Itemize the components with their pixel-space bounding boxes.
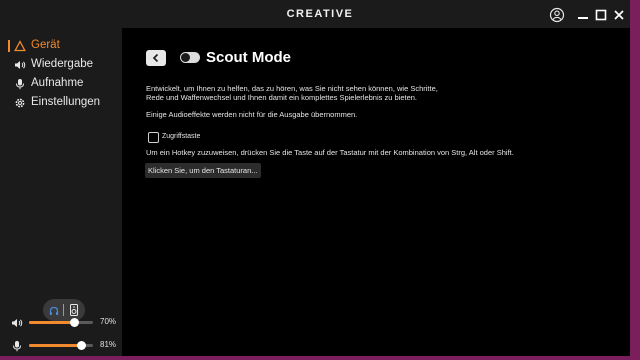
hotkey-checkbox[interactable] [148,132,159,143]
mic-percent: 81% [100,340,117,349]
close-button[interactable] [610,6,628,24]
hotkey-instruction: Um ein Hotkey zuzuweisen, drücken Sie di… [146,148,514,157]
active-indicator [8,40,10,52]
main-panel: Scout Mode Entwickelt, um Ihnen zu helfe… [122,28,630,356]
sidebar-item-label: Wiedergabe [31,58,94,70]
volume-percent: 70% [100,317,117,326]
page-title: Scout Mode [206,49,291,66]
sidebar-item-wiedergabe[interactable]: Wiedergabe [0,56,122,74]
speaker-volume-icon [11,316,23,328]
minimize-button[interactable] [574,6,592,24]
brand-logo: CREATIVE [286,8,354,20]
effects-note: Einige Audioeffekte werden nicht für die… [146,110,358,119]
gear-icon [14,97,26,109]
scout-mode-toggle[interactable] [180,52,200,63]
toggle-knob [181,53,190,62]
volume-slider-thumb[interactable] [69,318,79,327]
sidebar-item-label: Einstellungen [31,96,101,108]
volume-slider-fill [29,321,74,324]
mic-slider-fill [29,344,81,347]
mic-slider[interactable] [29,341,93,350]
description-line-2: Rede und Waffenwechsel und Ihnen damit e… [146,93,417,102]
maximize-button[interactable] [592,6,610,24]
speaker-icon [14,59,26,71]
mic-slider-thumb[interactable] [76,341,86,350]
volume-slider[interactable] [29,318,93,327]
warning-triangle-icon [14,40,26,52]
microphone-icon [14,78,26,90]
sidebar-item-aufnahme[interactable]: Aufnahme [0,75,122,93]
microphone-icon [11,339,23,352]
sidebar-item-einstellungen[interactable]: Einstellungen [0,94,122,112]
back-button[interactable] [146,50,166,66]
volume-control: 70% [0,315,122,329]
sidebar-item-label: Aufnahme [31,77,84,89]
description-line-1: Entwickelt, um Ihnen zu helfen, das zu h… [146,84,438,93]
sidebar-item-geraet[interactable]: Gerät [0,37,122,55]
sidebar: Gerät Wiedergabe Aufnahme Einstellungen [0,28,122,356]
account-icon[interactable] [548,6,566,24]
title-bar: CREATIVE [0,0,630,28]
sidebar-item-label: Gerät [31,39,60,51]
app-window: CREATIVE Gerät Wiedergabe Aufnahme Einst… [0,0,630,356]
mic-control: 81% [0,338,122,352]
hotkey-assign-button[interactable]: Klicken Sie, um den Tastaturan... [145,163,261,178]
hotkey-checkbox-label: Zugriffstaste [162,133,201,140]
